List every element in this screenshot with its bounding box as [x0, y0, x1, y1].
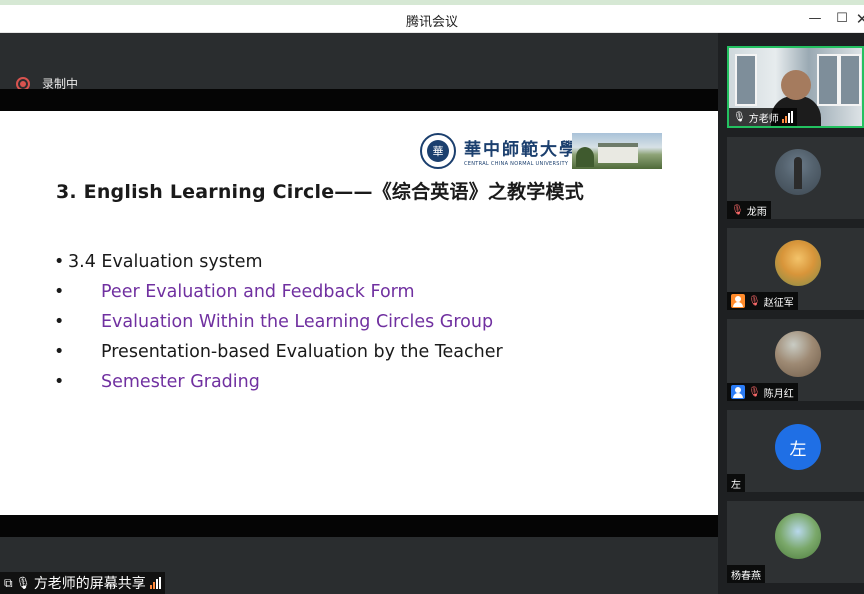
participant-name-bar: 杨春燕	[727, 565, 765, 583]
participant-name: 杨春燕	[731, 570, 761, 582]
avatar	[775, 149, 821, 195]
university-name-en: CENTRAL CHINA NORMAL UNIVERSITY	[464, 161, 569, 167]
participant-name: 龙雨	[746, 206, 767, 218]
participant-name: 方老师	[748, 113, 779, 125]
participant-tile-longyu[interactable]: 🎙 龙雨	[727, 137, 864, 219]
mic-muted-icon: 🎙	[748, 386, 761, 398]
participant-name-bar: 左	[727, 474, 745, 492]
window-title: 腾讯会议	[405, 15, 458, 30]
title-bar: 腾讯会议 — ☐ ✕	[0, 5, 864, 33]
participant-tile-chenyuehong[interactable]: 🎙 陈月红	[727, 319, 864, 401]
seal-glyph: 華	[427, 140, 449, 162]
bullet-item: • Presentation-based Evaluation by the T…	[54, 342, 503, 362]
screen-share-icon: ⧉	[4, 575, 13, 590]
bullet-list: • 3.4 Evaluation system • Peer Evaluatio…	[54, 251, 503, 401]
participant-name: 陈月红	[763, 388, 794, 400]
participant-tile-yangchunyan[interactable]: 杨春燕	[727, 501, 864, 583]
university-seal-icon: 華	[420, 133, 456, 169]
participant-name-bar: 🎙 赵征军	[727, 292, 798, 310]
screen-share-stage: 录制中 華 華中師範大學 CENTRAL CHINA NORMAL UNIVER…	[0, 33, 718, 594]
mic-muted-icon: 🎙	[731, 204, 744, 216]
maximize-button[interactable]: ☐	[832, 9, 852, 29]
participant-tile-zuo[interactable]: 左 左	[727, 410, 864, 492]
avatar	[775, 240, 821, 286]
participant-list[interactable]: 🎙 方老师 🎙 龙雨 🎙 赵征军 🎙 陈月红 左 左 杨春燕	[718, 33, 864, 594]
participant-name-bar: 🎙 陈月红	[727, 383, 798, 401]
avatar	[775, 331, 821, 377]
signal-icon	[149, 577, 161, 589]
participant-name-bar: 🎙 龙雨	[727, 201, 771, 219]
screen-share-label: ⧉ 🎙 方老师的屏幕共享	[0, 572, 165, 594]
bullet-item: • Semester Grading	[54, 372, 260, 392]
letterbox-bottom	[0, 515, 718, 537]
avatar	[775, 513, 821, 559]
mic-icon: 🎙	[15, 576, 31, 590]
participant-name: 左	[731, 479, 741, 491]
campus-photo	[572, 133, 662, 169]
participant-tile-fang[interactable]: 🎙 方老师	[727, 46, 864, 128]
mic-muted-icon: 🎙	[748, 295, 761, 307]
mic-on-icon: 🎙	[733, 111, 746, 123]
shared-slide: 華 華中師範大學 CENTRAL CHINA NORMAL UNIVERSITY…	[0, 111, 718, 515]
user-role-icon	[731, 294, 745, 308]
minimize-button[interactable]: —	[805, 9, 825, 29]
avatar: 左	[775, 424, 821, 470]
participant-name-bar: 🎙 方老师	[729, 108, 797, 126]
participant-tile-zhaozhengjun[interactable]: 🎙 赵征军	[727, 228, 864, 310]
letterbox-top	[0, 89, 718, 111]
bullet-item: • Evaluation Within the Learning Circles…	[54, 312, 494, 332]
participant-name: 赵征军	[763, 297, 794, 309]
screen-share-owner: 方老师的屏幕共享	[33, 576, 146, 592]
university-name-cn: 華中師範大學	[464, 140, 578, 160]
slide-title: 3. English Learning Circle——《综合英语》之教学模式	[56, 181, 584, 203]
user-role-icon	[731, 385, 745, 399]
bullet-item: • 3.4 Evaluation system	[54, 252, 263, 272]
bullet-item: • Peer Evaluation and Feedback Form	[54, 282, 415, 302]
close-button[interactable]: ✕	[852, 9, 864, 29]
signal-icon	[781, 111, 793, 123]
university-logo: 華 華中師範大學 CENTRAL CHINA NORMAL UNIVERSITY	[420, 133, 578, 169]
